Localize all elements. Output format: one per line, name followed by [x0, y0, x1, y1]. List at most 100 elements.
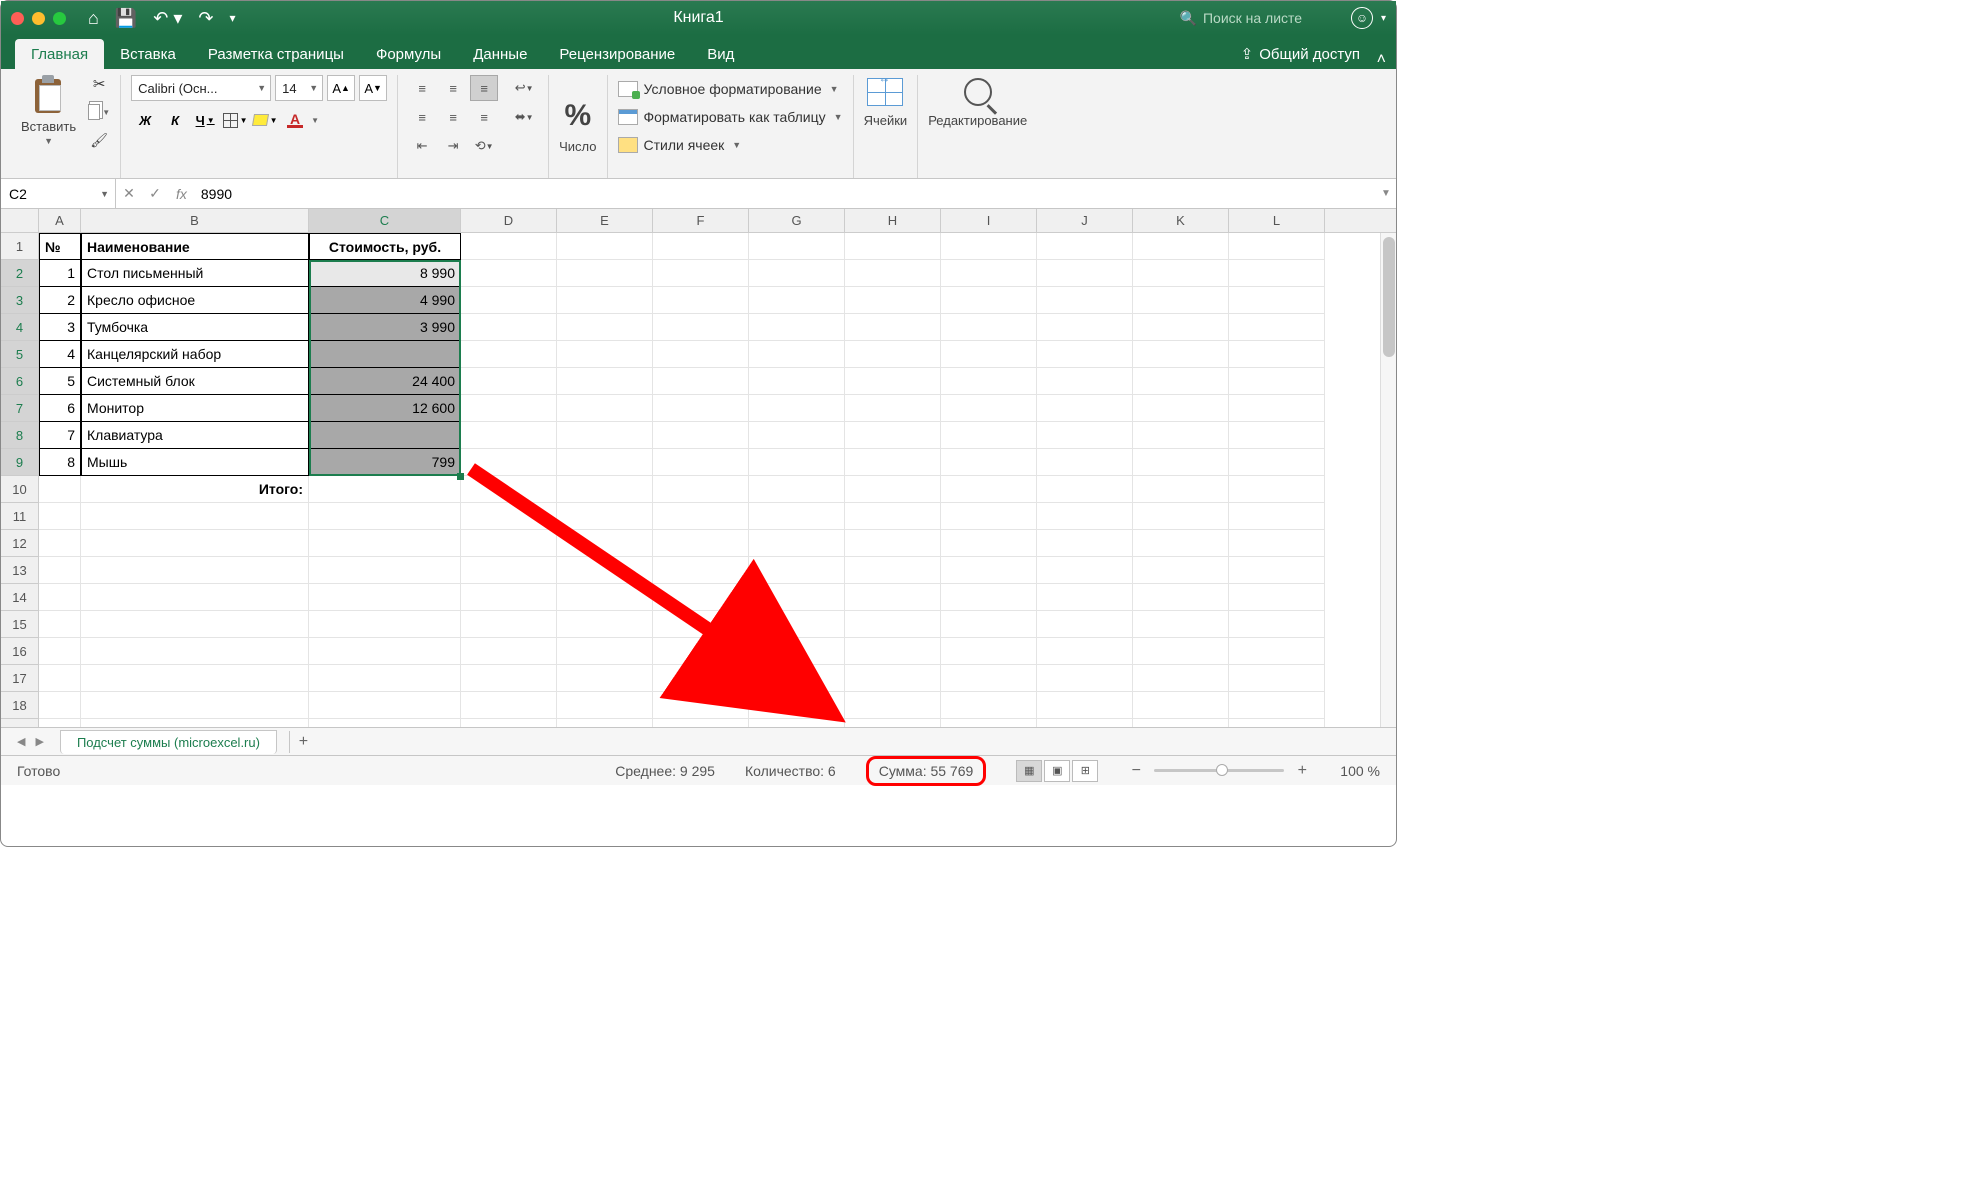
cell[interactable] [1229, 341, 1325, 368]
cell[interactable]: 1 [39, 260, 81, 287]
cell[interactable]: 12 600 [309, 395, 461, 422]
cell[interactable] [941, 638, 1037, 665]
cell[interactable] [309, 584, 461, 611]
sheet-nav-prev-icon[interactable]: ◀ [17, 735, 25, 748]
cell[interactable] [39, 557, 81, 584]
col-header-E[interactable]: E [557, 209, 653, 232]
col-header-C[interactable]: C [309, 209, 461, 232]
fx-label[interactable]: fx [168, 186, 195, 202]
cell[interactable] [81, 611, 309, 638]
cell[interactable] [1229, 611, 1325, 638]
row-header[interactable]: 19 [1, 719, 38, 727]
view-page-break-button[interactable]: ⊞ [1072, 760, 1098, 782]
cell[interactable] [557, 719, 653, 727]
cell[interactable] [749, 368, 845, 395]
cell[interactable] [941, 530, 1037, 557]
col-header-F[interactable]: F [653, 209, 749, 232]
cell[interactable] [557, 665, 653, 692]
cell[interactable] [81, 557, 309, 584]
cell[interactable] [653, 665, 749, 692]
cell[interactable] [1037, 530, 1133, 557]
cell[interactable] [461, 557, 557, 584]
align-top-button[interactable]: ≡ [408, 75, 436, 101]
cell[interactable] [461, 314, 557, 341]
cell[interactable]: 5 [39, 368, 81, 395]
row-header[interactable]: 11 [1, 503, 38, 530]
cell[interactable] [653, 368, 749, 395]
cell[interactable] [39, 611, 81, 638]
cell[interactable] [1133, 719, 1229, 727]
cell[interactable] [461, 503, 557, 530]
font-size-combo[interactable]: 14▼ [275, 75, 323, 101]
cell[interactable] [1037, 260, 1133, 287]
cell[interactable] [749, 422, 845, 449]
cell[interactable] [81, 719, 309, 727]
save-icon[interactable]: 💾 [115, 8, 137, 29]
cell[interactable] [461, 638, 557, 665]
cell[interactable] [845, 422, 941, 449]
cell[interactable] [653, 287, 749, 314]
cell-active[interactable]: 8 990 [309, 260, 461, 287]
row-header[interactable]: 8 [1, 422, 38, 449]
align-center-button[interactable]: ≡ [439, 104, 467, 130]
cell[interactable]: Стоимость, руб. [309, 233, 461, 260]
row-header[interactable]: 3 [1, 287, 38, 314]
cell[interactable] [557, 530, 653, 557]
cell[interactable] [1133, 341, 1229, 368]
cell[interactable] [461, 395, 557, 422]
cell[interactable]: 7 [39, 422, 81, 449]
cell[interactable] [749, 665, 845, 692]
cell[interactable] [749, 233, 845, 260]
cell[interactable] [1229, 476, 1325, 503]
decrease-font-button[interactable]: A▼ [359, 75, 387, 101]
minimize-window[interactable] [32, 12, 45, 25]
paste-dropdown-icon[interactable]: ▼ [44, 136, 53, 146]
zoom-out-button[interactable]: − [1128, 762, 1144, 780]
cell[interactable] [653, 422, 749, 449]
cell[interactable] [653, 449, 749, 476]
collapse-ribbon-icon[interactable]: ˄ [1377, 51, 1386, 69]
name-box[interactable]: C2▼ [1, 179, 116, 208]
cell[interactable] [1229, 314, 1325, 341]
cell[interactable] [845, 368, 941, 395]
cell[interactable] [749, 449, 845, 476]
cell[interactable] [941, 422, 1037, 449]
row-header[interactable]: 14 [1, 584, 38, 611]
percent-icon[interactable]: % [564, 99, 591, 133]
cell[interactable] [1037, 503, 1133, 530]
tab-view[interactable]: Вид [691, 39, 750, 69]
cell[interactable] [1133, 287, 1229, 314]
cell[interactable] [81, 638, 309, 665]
cell[interactable] [1037, 368, 1133, 395]
cell[interactable] [749, 260, 845, 287]
vertical-scrollbar[interactable] [1380, 233, 1396, 727]
cell[interactable] [557, 233, 653, 260]
cell[interactable] [1037, 557, 1133, 584]
cell[interactable] [1133, 233, 1229, 260]
cell[interactable]: Тумбочка [81, 314, 309, 341]
cell[interactable] [941, 584, 1037, 611]
cell[interactable] [1037, 233, 1133, 260]
cell[interactable] [309, 665, 461, 692]
zoom-thumb[interactable] [1216, 764, 1228, 776]
cell[interactable] [461, 584, 557, 611]
col-header-D[interactable]: D [461, 209, 557, 232]
row-header[interactable]: 17 [1, 665, 38, 692]
expand-formula-bar-icon[interactable]: ▼ [1376, 188, 1396, 199]
cell[interactable] [845, 665, 941, 692]
cell[interactable] [557, 260, 653, 287]
cell[interactable] [749, 557, 845, 584]
format-painter-button[interactable] [88, 131, 110, 149]
tab-data[interactable]: Данные [457, 39, 543, 69]
cell[interactable]: Итого: [81, 476, 309, 503]
search-input[interactable] [1203, 10, 1343, 26]
cell[interactable] [1133, 260, 1229, 287]
cell[interactable] [1229, 557, 1325, 584]
cell[interactable] [845, 233, 941, 260]
cell[interactable]: 3 990 [309, 314, 461, 341]
cell[interactable] [941, 368, 1037, 395]
cell[interactable]: Клавиатура [81, 422, 309, 449]
cell[interactable] [1133, 611, 1229, 638]
fill-color-button[interactable]: ▼ [251, 107, 279, 133]
cell[interactable] [1037, 449, 1133, 476]
